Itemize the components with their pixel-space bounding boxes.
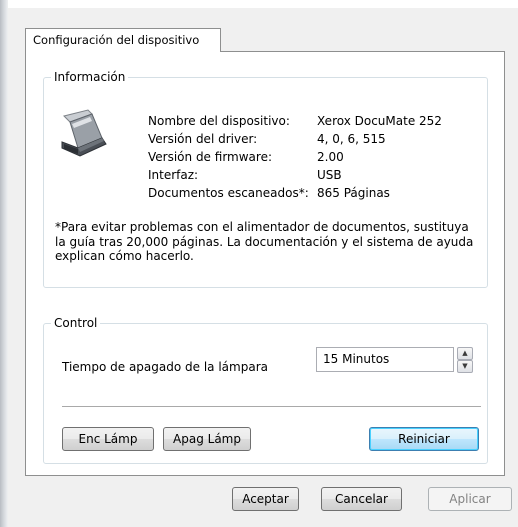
cancel-button[interactable]: Cancelar: [321, 487, 402, 511]
lamp-timeout-spinner: ▲ ▼: [457, 347, 473, 373]
reset-button[interactable]: Reiniciar: [369, 427, 479, 451]
lamp-off-button[interactable]: Apag Lámp: [163, 427, 251, 451]
control-separator: [62, 406, 481, 407]
lamp-timeout-input[interactable]: 15 Minutos: [316, 347, 454, 372]
window-top-edge: [0, 0, 518, 8]
interface-value: USB: [317, 168, 342, 182]
info-values: Xerox DocuMate 252 4, 0, 6, 515 2.00 USB…: [317, 112, 442, 202]
spin-up-icon[interactable]: ▲: [457, 347, 473, 360]
tab-device-configuration[interactable]: Configuración del dispositivo: [25, 28, 221, 52]
window-left-edge: [0, 0, 8, 527]
apply-button[interactable]: Aplicar: [428, 487, 512, 511]
driver-version-label: Versión del driver:: [148, 132, 258, 146]
control-group: Control Tiempo de apagado de la lámpara …: [43, 316, 488, 464]
device-name-label: Nombre del dispositivo:: [148, 114, 290, 128]
scanned-documents-label: Documentos escaneados*:: [148, 186, 309, 200]
scanned-documents-value: 865 Páginas: [317, 186, 390, 200]
info-group: Información Nombre del dispositivo: Vers…: [43, 70, 488, 288]
firmware-version-label: Versión de firmware:: [148, 150, 272, 164]
driver-version-value: 4, 0, 6, 515: [317, 132, 386, 146]
ok-button[interactable]: Aceptar: [232, 487, 299, 511]
scanner-icon: [61, 109, 107, 157]
device-name-value: Xerox DocuMate 252: [317, 114, 442, 128]
maintenance-note: *Para evitar problemas con el alimentado…: [55, 220, 474, 263]
interface-label: Interfaz:: [148, 168, 199, 182]
lamp-on-button[interactable]: Enc Lámp: [62, 427, 154, 451]
info-legend: Información: [54, 70, 126, 84]
tab-panel: Información Nombre del dispositivo: Vers…: [25, 51, 505, 476]
firmware-version-value: 2.00: [317, 150, 344, 164]
info-labels: Nombre del dispositivo: Versión del driv…: [148, 112, 309, 202]
control-legend: Control: [54, 316, 98, 330]
spin-down-icon[interactable]: ▼: [457, 360, 473, 373]
lamp-timeout-label: Tiempo de apagado de la lámpara: [62, 360, 268, 374]
